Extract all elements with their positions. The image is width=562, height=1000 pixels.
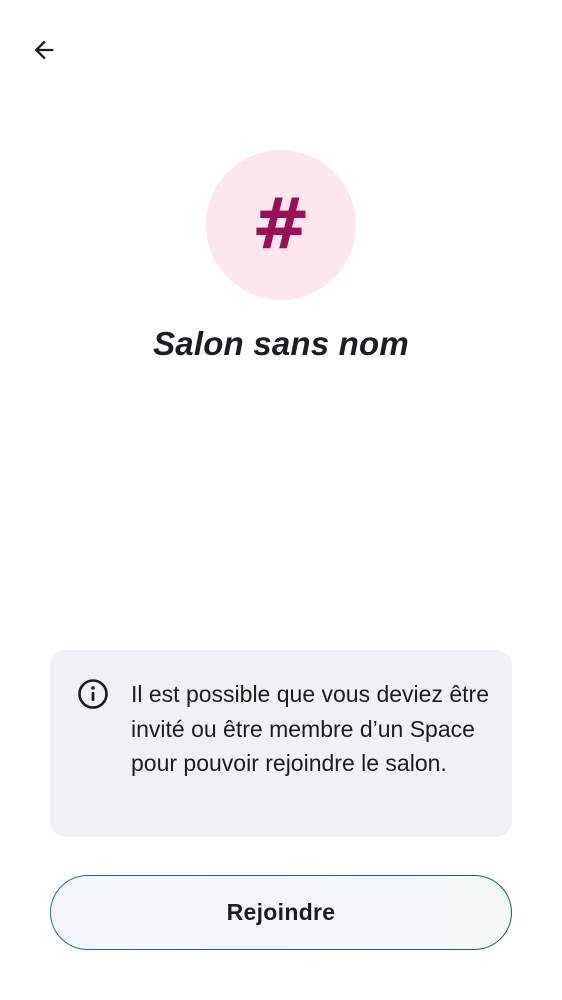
room-avatar: # xyxy=(206,150,356,300)
join-button-label: Rejoindre xyxy=(226,899,336,925)
info-icon xyxy=(78,679,108,709)
back-button[interactable] xyxy=(22,28,66,72)
arrow-left-icon xyxy=(34,40,54,60)
room-name: Salon sans nom xyxy=(153,325,409,362)
join-button[interactable]: Rejoindre xyxy=(50,875,512,950)
room-avatar-glyph: # xyxy=(251,183,311,265)
notice-text: Il est possible que vous deviez être inv… xyxy=(131,681,489,776)
join-restriction-notice: Il est possible que vous deviez être inv… xyxy=(50,650,512,837)
